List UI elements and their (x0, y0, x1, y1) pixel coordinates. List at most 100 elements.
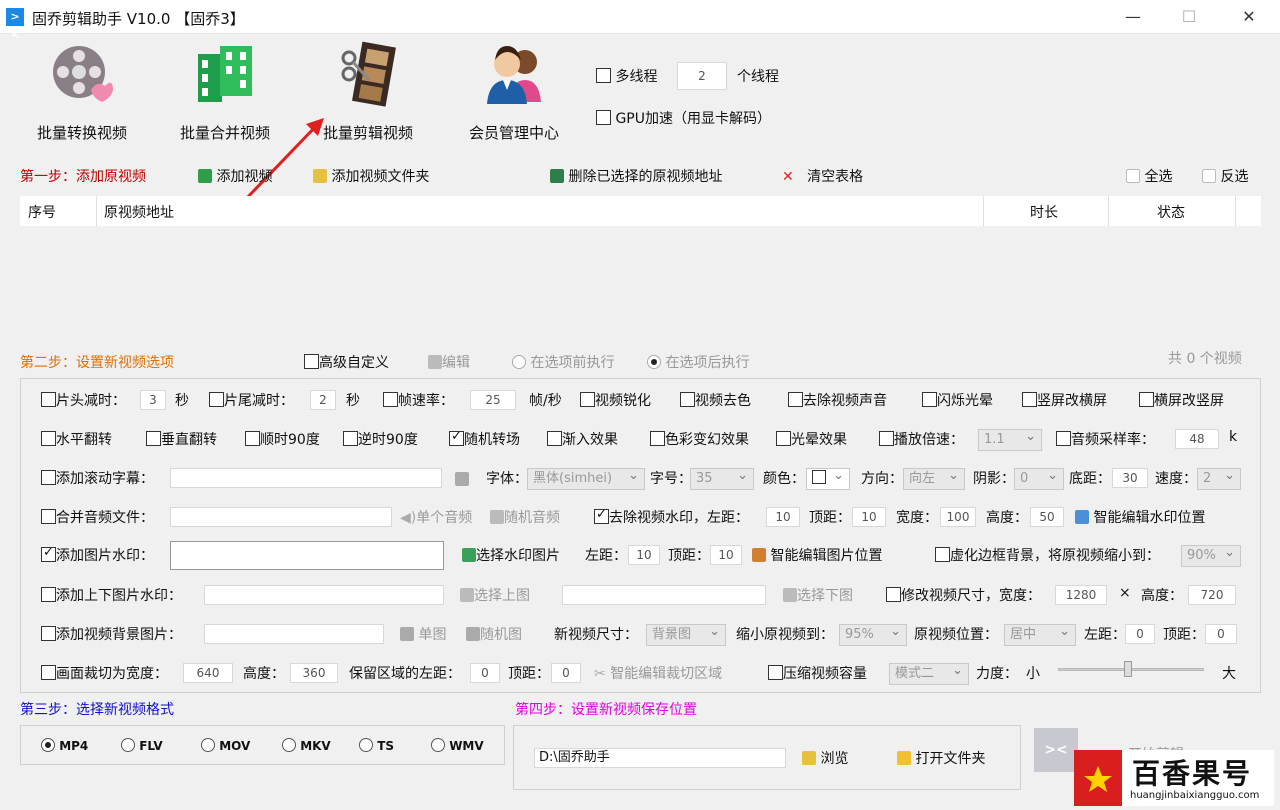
shadow-select[interactable]: 0 (1014, 466, 1064, 490)
bottom-image-input[interactable] (562, 585, 766, 605)
text-edit-icon[interactable] (455, 472, 469, 486)
blur-bg-checkbox[interactable]: 虚化边框背景，将原视频缩小到： (935, 545, 1160, 565)
choose-top-button[interactable]: 选择上图 (460, 585, 530, 605)
format-mkv[interactable]: MKV (282, 738, 331, 753)
multithread-checkbox[interactable]: 多线程 (596, 66, 657, 86)
color-picker[interactable] (806, 466, 850, 490)
mute-checkbox[interactable]: 去除视频声音 (788, 390, 887, 410)
head-cut-checkbox[interactable]: 片头减时： (41, 390, 126, 410)
open-folder-button[interactable]: 打开文件夹 (897, 748, 985, 768)
crop-height-input[interactable]: 360 (290, 663, 338, 683)
clear-table-button[interactable]: ✕ 清空表格 (782, 166, 863, 186)
image-watermark-input[interactable] (170, 541, 444, 570)
choose-watermark-button[interactable]: 选择水印图片 (462, 545, 560, 565)
smart-watermark-button[interactable]: 智能编辑水印位置 (1075, 507, 1205, 527)
fade-checkbox[interactable]: 渐入效果 (547, 429, 618, 449)
sharpen-checkbox[interactable]: 视频锐化 (580, 390, 651, 410)
resize-width-input[interactable]: 1280 (1055, 585, 1107, 605)
sample-rate-input[interactable]: 48 (1175, 429, 1219, 449)
subtitle-input[interactable] (170, 468, 442, 488)
bottom-input[interactable]: 30 (1112, 468, 1148, 488)
gpu-box[interactable] (596, 110, 611, 125)
decolor-checkbox[interactable]: 视频去色 (680, 390, 751, 410)
scroll-speed-select[interactable]: 2 (1197, 466, 1241, 490)
random-transition-checkbox[interactable]: 随机转场 (449, 429, 520, 449)
remove-watermark-checkbox[interactable]: 去除视频水印，左距： (594, 507, 749, 527)
color-fx-checkbox[interactable]: 色彩变幻效果 (650, 429, 749, 449)
maximize-button[interactable]: ☐ (1166, 4, 1212, 30)
save-path-input[interactable]: D:\固乔助手 (534, 748, 786, 768)
compress-checkbox[interactable]: 压缩视频容量 (768, 663, 867, 683)
after-radio[interactable]: 在选项后执行 (647, 352, 749, 372)
bg-image-input[interactable] (204, 624, 384, 644)
image-watermark-checkbox[interactable]: 添加图片水印： (41, 545, 154, 565)
advanced-checkbox[interactable]: 高级自定义 (304, 352, 389, 372)
halo-checkbox[interactable]: 光晕效果 (776, 429, 847, 449)
sample-rate-checkbox[interactable]: 音频采样率： (1056, 429, 1155, 449)
col-duration[interactable]: 时长 (1030, 202, 1058, 222)
add-video-button[interactable]: 添加视频 (198, 166, 272, 186)
top-image-input[interactable] (204, 585, 444, 605)
start-logo-icon[interactable]: >< (1034, 728, 1078, 772)
speed-checkbox[interactable]: 播放倍速： (879, 429, 964, 449)
wm-width-input[interactable]: 100 (940, 507, 976, 527)
merge-audio-checkbox[interactable]: 合并音频文件： (41, 507, 154, 527)
invert-select-button[interactable]: 反选 (1202, 166, 1248, 186)
advanced-box[interactable] (304, 354, 319, 369)
ccw90-checkbox[interactable]: 逆时90度 (343, 429, 418, 449)
random-audio-button[interactable]: 随机音频 (490, 507, 560, 527)
hflip-checkbox[interactable]: 水平翻转 (41, 429, 112, 449)
before-radio[interactable]: 在选项前执行 (512, 352, 614, 372)
force-slider-thumb[interactable] (1124, 661, 1132, 677)
edit-button[interactable]: 编辑 (428, 352, 470, 372)
fps-input[interactable]: 25 (470, 390, 516, 410)
compress-mode-select[interactable]: 模式二 (889, 661, 969, 685)
random-image-button[interactable]: 随机图 (466, 624, 522, 644)
new-size-select[interactable]: 背景图 (646, 622, 726, 646)
bg-image-checkbox[interactable]: 添加视频背景图片： (41, 624, 182, 644)
font-select[interactable]: 黑体(simhei) (527, 466, 645, 490)
iw-left-input[interactable]: 10 (628, 545, 660, 565)
add-folder-button[interactable]: 添加视频文件夹 (313, 166, 429, 186)
choose-bottom-button[interactable]: 选择下图 (783, 585, 853, 605)
format-ts[interactable]: TS (359, 738, 394, 753)
col-status[interactable]: 状态 (1157, 202, 1185, 222)
col-index[interactable]: 序号 (28, 202, 56, 222)
blur-scale-select[interactable]: 90% (1181, 543, 1241, 567)
keep-top-input[interactable]: 0 (551, 663, 581, 683)
wm-top-input[interactable]: 10 (852, 507, 886, 527)
tail-cut-input[interactable]: 2 (310, 390, 336, 410)
resize-height-input[interactable]: 720 (1188, 585, 1236, 605)
minimize-button[interactable]: — (1110, 4, 1156, 30)
select-all-button[interactable]: 全选 (1126, 166, 1172, 186)
format-flv[interactable]: FLV (121, 738, 163, 753)
direction-select[interactable]: 向左 (903, 466, 965, 490)
shrink-select[interactable]: 95% (839, 622, 907, 646)
browse-button[interactable]: 浏览 (802, 748, 848, 768)
format-mp4[interactable]: MP4 (41, 738, 88, 753)
close-button[interactable]: ✕ (1226, 4, 1272, 30)
fps-checkbox[interactable]: 帧速率： (383, 390, 454, 410)
top-bottom-watermark-checkbox[interactable]: 添加上下图片水印： (41, 585, 182, 605)
cw90-checkbox[interactable]: 顺时90度 (245, 429, 320, 449)
wm-height-input[interactable]: 50 (1030, 507, 1064, 527)
member-center-button[interactable]: 会员管理中心 (454, 40, 574, 143)
delete-selected-button[interactable]: 删除已选择的原视频地址 (550, 166, 722, 186)
merge-audio-input[interactable] (170, 507, 392, 527)
format-mov[interactable]: MOV (201, 738, 250, 753)
resize-checkbox[interactable]: 修改视频尺寸，宽度： (886, 585, 1041, 605)
smart-image-button[interactable]: 智能编辑图片位置 (752, 545, 882, 565)
bg-top-input[interactable]: 0 (1205, 624, 1237, 644)
keep-left-input[interactable]: 0 (470, 663, 500, 683)
single-audio-button[interactable]: ◀)单个音频 (400, 507, 472, 527)
tail-cut-checkbox[interactable]: 片尾减时： (209, 390, 294, 410)
multithread-box[interactable] (596, 68, 611, 83)
crop-width-input[interactable]: 640 (183, 663, 233, 683)
video-table-body[interactable] (20, 226, 1261, 336)
single-image-button[interactable]: 单图 (400, 624, 446, 644)
bg-left-input[interactable]: 0 (1125, 624, 1155, 644)
batch-convert-button[interactable]: 批量转换视频 (22, 40, 142, 143)
head-cut-input[interactable]: 3 (140, 390, 166, 410)
col-path[interactable]: 原视频地址 (104, 202, 174, 222)
size-select[interactable]: 35 (690, 466, 754, 490)
